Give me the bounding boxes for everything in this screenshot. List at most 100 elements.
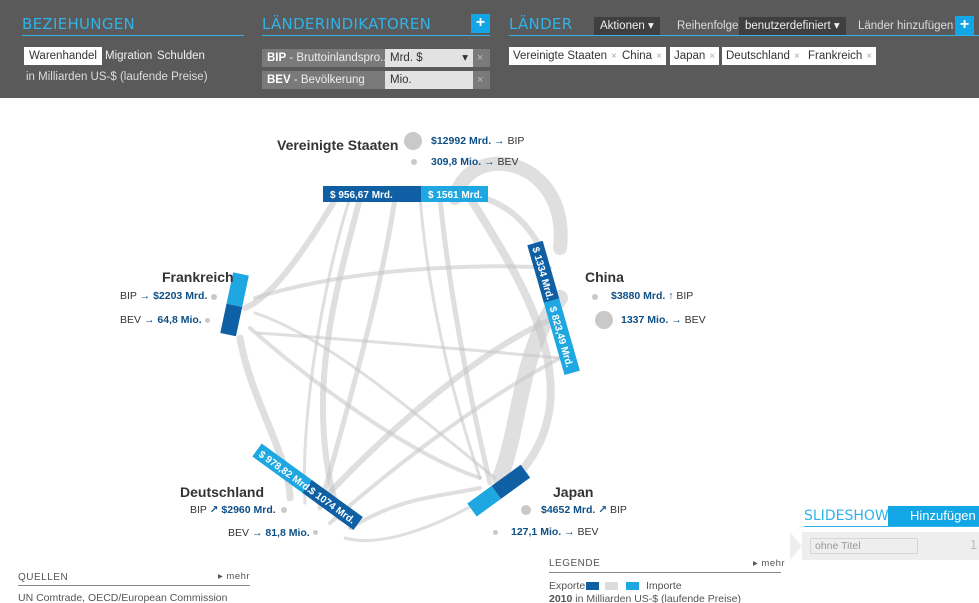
- slideshow-title-input[interactable]: ohne Titel: [810, 538, 918, 554]
- indicator-unit: Mio.: [390, 74, 412, 86]
- slideshow-back-arrow-icon[interactable]: [790, 532, 802, 560]
- flow-france-china[interactable]: [253, 264, 552, 300]
- actions-dropdown[interactable]: Aktionen ▾: [594, 17, 660, 35]
- france-export-arc[interactable]: [220, 303, 243, 337]
- usa-bip-unit: BIP: [507, 135, 525, 147]
- tab-warenhandel[interactable]: Warenhandel: [24, 47, 102, 65]
- china-bip-trend-icon: ↑: [668, 290, 674, 302]
- country-tag-usa[interactable]: Vereinigte Staaten ×: [509, 47, 621, 65]
- slideshow-row: ohne Titel 1: [790, 532, 979, 560]
- germany-bip-dot: [281, 507, 287, 513]
- usa-bip-value: $12992 Mrd.: [431, 135, 492, 147]
- legend-year: 2010 in Milliarden US-$ (laufende Preise…: [549, 593, 741, 603]
- tab-schulden[interactable]: Schulden: [152, 47, 210, 65]
- japan-bip-trend-icon: ↗: [598, 504, 608, 516]
- france-bev-dot: [205, 318, 210, 323]
- order-dropdown[interactable]: benutzerdefiniert ▾: [739, 17, 846, 35]
- japan-bev-trend-icon: →: [564, 526, 575, 538]
- flow-usa-japan-inner[interactable]: [418, 196, 482, 480]
- close-icon[interactable]: ×: [611, 51, 617, 62]
- country-name-germany[interactable]: Deutschland: [180, 484, 264, 500]
- france-bip-value: $2203 Mrd.: [153, 290, 208, 302]
- france-bip-indicator: BIP → $2203 Mrd.: [120, 290, 207, 302]
- slideshow-add-button[interactable]: Hinzufügen: [888, 506, 979, 526]
- country-name-japan[interactable]: Japan: [553, 484, 593, 500]
- france-bev-indicator: BEV → 64,8 Mio.: [120, 314, 202, 326]
- usa-bev-dot: [411, 159, 417, 165]
- france-bev-value: 64,8 Mio.: [157, 314, 202, 326]
- usa-import-label: $ 1561 Mrd.: [428, 190, 483, 201]
- usa-bev-trend-icon: →: [484, 156, 495, 168]
- slideshow-title: SLIDESHOW: [804, 508, 889, 524]
- top-toolbar: BEZIEHUNGEN Warenhandel Migration Schuld…: [0, 0, 979, 98]
- sources-more-link[interactable]: ▸ mehr: [218, 571, 250, 582]
- add-countries-label[interactable]: Länder hinzufügen: [858, 17, 953, 35]
- china-bip-value: $3880 Mrd.: [611, 290, 666, 302]
- indicator-name: - Bruttoinlandspro...: [286, 52, 390, 64]
- usa-bip-trend-icon: →: [494, 135, 505, 147]
- close-icon[interactable]: ×: [709, 51, 715, 62]
- country-tag-germany[interactable]: Deutschland ×: [722, 47, 804, 65]
- slideshow-panel: SLIDESHOW Hinzufügen ohne Titel 1: [790, 504, 979, 603]
- sources-divider: [18, 585, 250, 586]
- add-indicator-button[interactable]: +: [471, 14, 490, 33]
- japan-bev-unit: BEV: [577, 526, 599, 538]
- china-bev-dot: [595, 311, 613, 329]
- legend-import-swatch: [626, 582, 639, 590]
- indicator-unit-select-bip[interactable]: Mrd. $ ▾: [385, 49, 473, 67]
- close-icon[interactable]: ×: [794, 51, 800, 62]
- sources-text: UN Comtrade, OECD/European Commission: [18, 592, 228, 603]
- japan-bev-value: 127,1 Mio.: [511, 526, 562, 538]
- china-bev-value: 1337 Mio.: [621, 314, 669, 326]
- indicator-code: BEV: [267, 74, 291, 86]
- flow-usa-france[interactable]: [242, 197, 338, 311]
- legend-exports-label: Exporte: [549, 580, 586, 592]
- add-country-button[interactable]: +: [955, 16, 974, 35]
- countries-underline: [509, 35, 979, 36]
- order-label: Reihenfolge:: [677, 20, 742, 32]
- legend-year-value: 2010: [549, 593, 573, 603]
- legend-imports-label: Importe: [646, 580, 682, 592]
- china-bip-indicator: $3880 Mrd. ↑ BIP: [611, 290, 693, 302]
- legend-export-swatch: [586, 582, 599, 590]
- usa-bip-dot: [404, 132, 422, 150]
- japan-bip-unit: BIP: [609, 504, 627, 516]
- indicator-unit-field-bev[interactable]: Mio.: [385, 71, 473, 89]
- france-bev-trend-icon: →: [143, 314, 155, 326]
- legend-flow-swatch: [605, 582, 618, 590]
- indicator-name: - Bevölkerung: [290, 74, 365, 86]
- usa-export-label: $ 956,67 Mrd.: [330, 190, 393, 201]
- france-bip-trend-icon: →: [139, 290, 151, 302]
- country-tag-china[interactable]: China ×: [618, 47, 666, 65]
- japan-bip-value: $4652 Mrd.: [541, 504, 596, 516]
- country-name-china[interactable]: China: [585, 269, 624, 285]
- slideshow-underline: [804, 526, 979, 527]
- germany-bev-indicator: BEV → 81,8 Mio.: [228, 527, 310, 539]
- flow-germany-japan[interactable]: [348, 486, 482, 530]
- close-icon[interactable]: ×: [656, 51, 662, 62]
- germany-arc-group: $ 978,82 Mrd. $ 1074 Mrd.: [252, 443, 363, 530]
- germany-bip-value: $2960 Mrd.: [221, 504, 276, 516]
- relations-underline: [22, 35, 244, 36]
- japan-bip-dot: [521, 505, 531, 515]
- legend-unit-note: in Milliarden US-$ (laufende Preise): [575, 593, 742, 603]
- country-name-usa[interactable]: Vereinigte Staaten: [277, 137, 398, 153]
- countries-section-title: LÄNDER: [509, 15, 573, 33]
- legend-more-link[interactable]: ▸ mehr: [753, 558, 785, 569]
- remove-indicator-bip-icon[interactable]: ×: [477, 49, 483, 67]
- china-bip-unit: BIP: [676, 290, 694, 302]
- close-icon[interactable]: ×: [866, 51, 872, 62]
- germany-bip-indicator: BIP ↗ $2960 Mrd.: [190, 504, 276, 516]
- country-tag-label: Frankreich: [808, 50, 863, 62]
- slideshow-count: 1: [970, 537, 978, 552]
- country-tag-france[interactable]: Frankreich ×: [804, 47, 877, 65]
- china-bev-indicator: 1337 Mio. → BEV: [621, 314, 706, 326]
- germany-bev-dot: [313, 530, 318, 535]
- france-bev-unit: BEV: [120, 314, 142, 326]
- country-tag-japan[interactable]: Japan ×: [670, 47, 720, 65]
- japan-bev-indicator: 127,1 Mio. → BEV: [511, 526, 599, 538]
- remove-indicator-bev-icon[interactable]: ×: [477, 71, 483, 89]
- country-name-france[interactable]: Frankreich: [162, 269, 234, 285]
- tab-migration[interactable]: Migration: [100, 47, 157, 65]
- usa-bev-unit: BEV: [497, 156, 519, 168]
